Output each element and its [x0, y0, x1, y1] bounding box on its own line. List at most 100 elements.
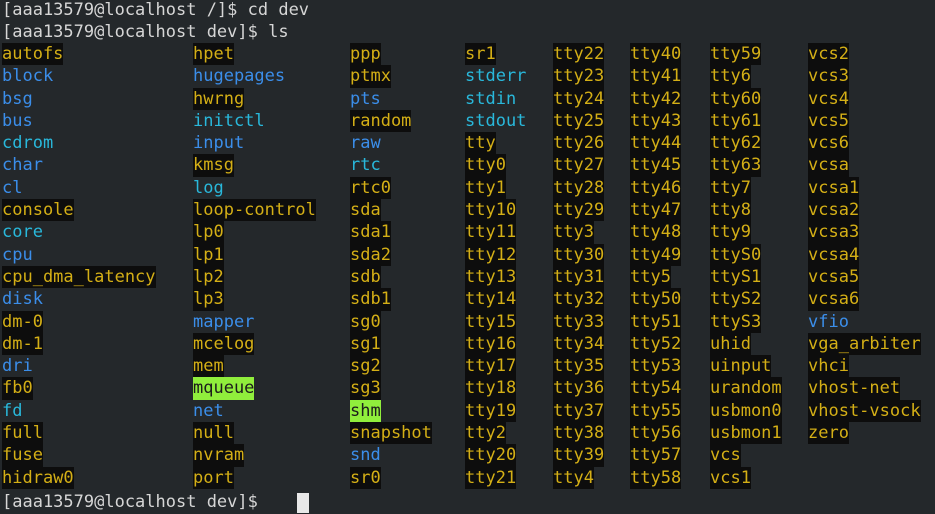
ls-output: autofs block bsg bus cdrom char cl console core c…	[0, 43, 935, 493]
ls-entry: cpu_dma_latency	[2, 265, 156, 289]
ls-entry: cl	[2, 177, 23, 198]
ls-entry: disk	[2, 289, 43, 310]
ls-entry: tty43	[630, 109, 682, 133]
ls-entry: tty14	[465, 288, 517, 311]
terminal-window[interactable]: [aaa13579@localhost /]$ cd dev [aaa13579…	[0, 0, 935, 514]
ls-entry: tty5	[630, 265, 671, 289]
ls-entry: tty10	[465, 199, 517, 222]
ls-entry: sdb	[350, 265, 381, 289]
ls-entry: vfio	[808, 311, 849, 332]
ls-entry: tty25	[553, 109, 605, 133]
ls-entry: ttyS2	[710, 288, 762, 311]
ls-entry: dri	[2, 356, 33, 377]
ls-entry: tty61	[710, 109, 762, 133]
ls-entry: vcs3	[808, 65, 849, 88]
ls-entry: mem	[193, 355, 224, 378]
ls-entry: fuse	[2, 444, 43, 467]
ls-entry: vcs2	[808, 43, 849, 66]
ls-entry: tty51	[630, 310, 682, 333]
ls-entry: tty45	[630, 154, 682, 177]
ls-entry: sg0	[350, 310, 381, 333]
ls-entry: input	[193, 133, 245, 154]
ls-entry: bsg	[2, 88, 33, 109]
ls-entry: core	[2, 222, 43, 243]
ls-entry: vcsa4	[808, 243, 860, 266]
ls-entry: vhost-vsock	[808, 399, 921, 423]
ls-entry: tty48	[630, 221, 682, 244]
ls-entry: vcsa5	[808, 265, 860, 289]
ls-entry: tty32	[553, 288, 605, 311]
ls-entry: snapshot	[350, 422, 432, 445]
ls-entry: fd	[2, 400, 23, 421]
ls-entry: urandom	[710, 377, 782, 400]
ls-entry: sda1	[350, 221, 391, 244]
ls-entry: tty49	[630, 243, 682, 266]
ls-entry: tty63	[710, 154, 762, 177]
ls-entry: full	[2, 422, 43, 445]
ls-entry: tty31	[553, 265, 605, 289]
ls-column: sr1 stderr stdin stdout tty tty0 tty1 tty10 tty1…	[465, 43, 526, 489]
ls-entry: vhci	[808, 355, 849, 378]
ls-entry: initctl	[193, 110, 265, 131]
ls-entry: port	[193, 466, 234, 489]
ls-column: autofs block bsg bus cdrom char cl console core c…	[2, 43, 156, 489]
ls-entry: tty62	[710, 132, 762, 155]
ls-entry: mapper	[193, 311, 255, 332]
prompt-line-3: [aaa13579@localhost dev]$	[2, 492, 269, 512]
ls-entry: zero	[808, 422, 849, 445]
ls-entry: stdout	[465, 110, 527, 131]
ls-entry: hugepages	[193, 66, 286, 87]
ls-entry: tty6	[710, 65, 751, 88]
ls-entry: shm	[350, 399, 381, 423]
ls-entry: tty22	[553, 43, 605, 66]
ls-entry: tty13	[465, 265, 517, 289]
ls-entry: tty21	[465, 466, 517, 489]
ls-entry: char	[2, 155, 43, 176]
ls-entry: rtc0	[350, 176, 391, 200]
ls-entry: pts	[350, 88, 381, 109]
ls-entry: tty35	[553, 355, 605, 378]
ls-entry: vga_arbiter	[808, 332, 921, 356]
prompt-line-1: [aaa13579@localhost /]$ cd dev	[2, 0, 310, 20]
ls-entry: vcsa2	[808, 199, 860, 222]
ls-entry: tty20	[465, 444, 517, 467]
ls-entry: usbmon1	[710, 422, 782, 445]
ls-entry: cdrom	[2, 133, 54, 154]
ls-entry: tty44	[630, 132, 682, 155]
ls-entry: tty37	[553, 399, 605, 423]
ls-entry: tty12	[465, 243, 517, 266]
ls-entry: ppp	[350, 43, 381, 66]
ls-entry: snd	[350, 445, 381, 466]
ls-entry: lp3	[193, 288, 224, 311]
ls-entry: hwrng	[193, 87, 245, 110]
ls-entry: uhid	[710, 332, 751, 356]
ls-entry: ttyS3	[710, 310, 762, 333]
ls-entry: tty54	[630, 377, 682, 400]
ls-entry: tty2	[465, 422, 506, 445]
ls-entry: autofs	[2, 43, 64, 66]
ls-entry: tty30	[553, 243, 605, 266]
ls-entry: vcs	[710, 444, 741, 467]
ls-entry: sr0	[350, 466, 381, 489]
ls-entry: usbmon0	[710, 399, 782, 423]
ls-entry: tty47	[630, 199, 682, 222]
ls-entry: kmsg	[193, 154, 234, 177]
ls-entry: tty19	[465, 399, 517, 423]
ls-entry: tty39	[553, 444, 605, 467]
ls-entry: hpet	[193, 43, 234, 66]
ls-entry: lp1	[193, 243, 224, 266]
ls-entry: tty15	[465, 310, 517, 333]
ls-entry: tty46	[630, 176, 682, 200]
ls-entry: hidraw0	[2, 466, 74, 489]
ls-entry: tty52	[630, 332, 682, 356]
ls-entry: tty60	[710, 87, 762, 110]
ls-entry: nvram	[193, 444, 245, 467]
ls-entry: tty16	[465, 332, 517, 356]
ls-column: ppp ptmx pts random raw rtc rtc0 sda sda1 sda2 sdb…	[350, 43, 432, 489]
ls-entry: log	[193, 177, 224, 198]
ls-entry: tty24	[553, 87, 605, 110]
ls-entry: tty1	[465, 176, 506, 200]
ls-entry: stdin	[465, 88, 517, 109]
ls-entry: tty42	[630, 87, 682, 110]
ls-entry: tty59	[710, 43, 762, 66]
